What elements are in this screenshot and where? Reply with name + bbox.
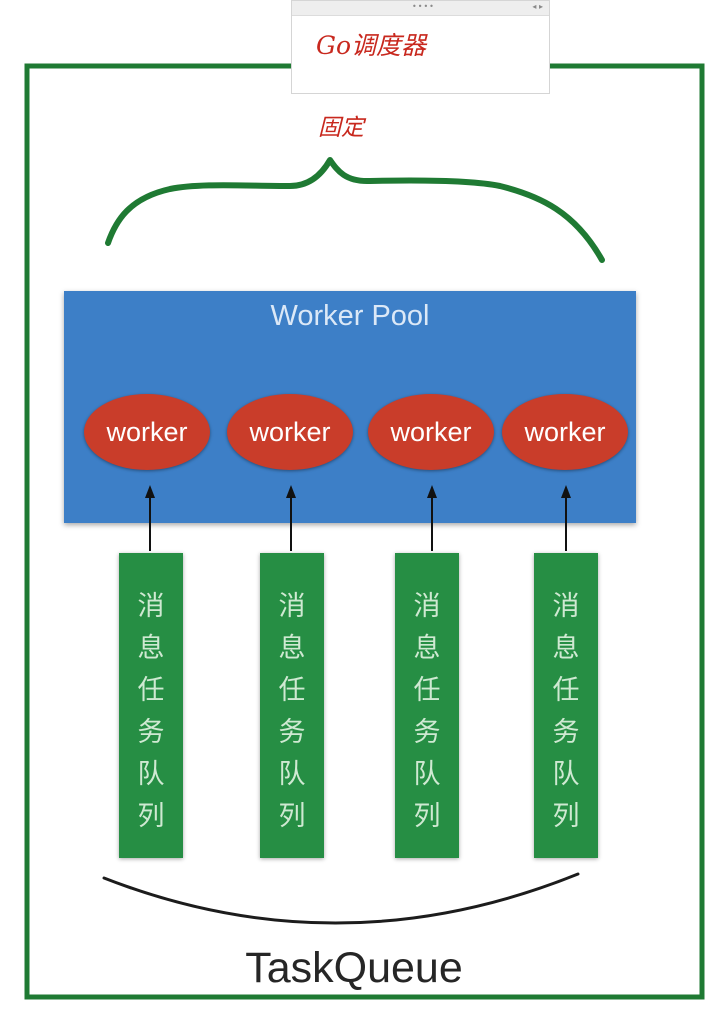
- diagram-canvas: •••• ◂ ▸ Go调度器 固定 Worker Pool worker wor…: [0, 0, 708, 1015]
- arrow-queue-4: [561, 485, 571, 551]
- arrow-queue-1: [145, 485, 155, 551]
- queue-label: 消息任务队列: [137, 591, 165, 832]
- message-task-queue: 消息任务队列: [395, 553, 459, 858]
- message-task-queue: 消息任务队列: [260, 553, 324, 858]
- taskqueue-label: TaskQueue: [245, 944, 463, 992]
- queue-label: 消息任务队列: [413, 591, 441, 832]
- message-task-queue: 消息任务队列: [534, 553, 598, 858]
- arrow-queue-2: [286, 485, 296, 551]
- message-task-queue: 消息任务队列: [119, 553, 183, 858]
- queue-label: 消息任务队列: [278, 591, 306, 832]
- queue-arrows: [145, 485, 571, 551]
- arrow-queue-3: [427, 485, 437, 551]
- queue-label: 消息任务队列: [552, 591, 580, 832]
